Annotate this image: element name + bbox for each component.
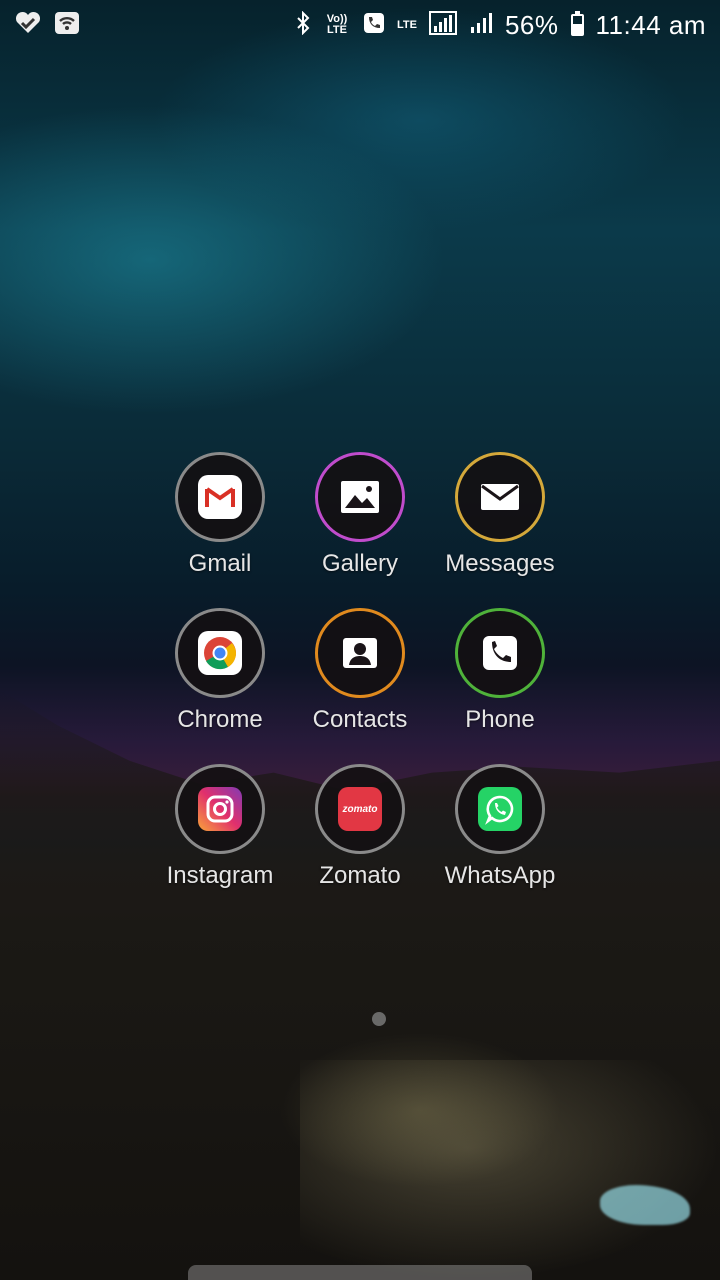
signal-icon-1 (428, 10, 457, 40)
heart-check-icon (14, 11, 42, 40)
volte-label: Vo)) LTE (326, 13, 348, 36)
app-label: Instagram (166, 862, 274, 889)
app-label: Messages (445, 550, 555, 577)
app-label: Phone (465, 706, 535, 733)
app-folder-grid: Gmail Gallery Messages Chrome Contacts P… (150, 452, 570, 890)
app-ring (455, 764, 545, 854)
status-bar: Vo)) LTE LTE 56% 11:44 am (0, 0, 720, 50)
app-chrome[interactable]: Chrome (150, 608, 290, 734)
bluetooth-icon (295, 10, 311, 40)
app-label: Gallery (321, 550, 399, 577)
wifi-icon (54, 11, 80, 40)
status-right: Vo)) LTE LTE 56% 11:44 am (295, 10, 706, 41)
app-label: Chrome (177, 706, 263, 733)
app-label: WhatsApp (444, 862, 556, 889)
app-ring (315, 452, 405, 542)
envelope-icon (478, 475, 522, 519)
app-messages[interactable]: Messages (430, 452, 570, 578)
wallpaper-grass (300, 1060, 720, 1280)
signal-icon-2 (469, 11, 493, 40)
app-zomato[interactable]: zomato Zomato (290, 764, 430, 890)
zomato-logo-text: zomato (342, 803, 378, 815)
app-ring: zomato (315, 764, 405, 854)
battery-percent: 56% (504, 9, 559, 40)
app-ring (315, 608, 405, 698)
person-icon (338, 631, 382, 675)
app-ring (175, 764, 265, 854)
app-instagram[interactable]: Instagram (150, 764, 290, 890)
call-icon (363, 12, 385, 39)
navigation-handle[interactable] (188, 1265, 532, 1280)
phone-icon (478, 631, 522, 675)
gmail-icon (198, 475, 242, 519)
app-label: Gmail (188, 550, 252, 577)
app-ring (455, 452, 545, 542)
app-gallery[interactable]: Gallery (290, 452, 430, 578)
instagram-icon (198, 787, 242, 831)
app-label: Zomato (319, 862, 401, 889)
app-ring (175, 452, 265, 542)
app-phone[interactable]: Phone (430, 608, 570, 734)
whatsapp-icon (478, 787, 522, 831)
image-icon (338, 475, 382, 519)
app-ring (175, 608, 265, 698)
app-contacts[interactable]: Contacts (290, 608, 430, 734)
battery-icon (570, 11, 584, 36)
page-indicator-dot[interactable] (372, 1012, 386, 1026)
app-label: Contacts (312, 706, 408, 733)
status-left (14, 11, 80, 40)
lte-label: LTE (397, 18, 417, 31)
clock: 11:44 am (595, 9, 706, 40)
zomato-icon: zomato (338, 787, 382, 831)
app-whatsapp[interactable]: WhatsApp (430, 764, 570, 890)
app-gmail[interactable]: Gmail (150, 452, 290, 578)
app-ring (455, 608, 545, 698)
chrome-icon (198, 631, 242, 675)
